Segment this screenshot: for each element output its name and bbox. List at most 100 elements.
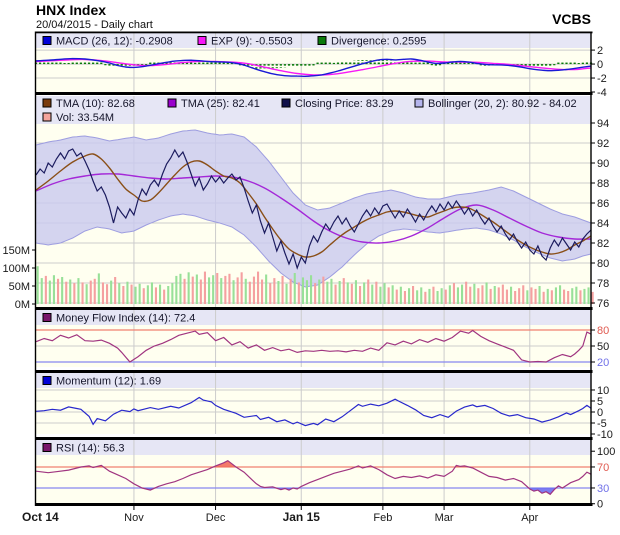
volume-bar	[551, 290, 553, 304]
volume-bar	[571, 288, 573, 304]
hnx-index-chart-page: HNX Index 20/04/2015 - Daily chart VCBS …	[0, 0, 620, 535]
ytick-label: 86	[597, 198, 609, 210]
volume-bar	[543, 292, 545, 304]
legend-label: Closing Price: 83.29	[295, 98, 393, 110]
volume-bar	[253, 277, 255, 304]
volume-bar	[282, 276, 284, 304]
volume-bar	[159, 285, 161, 304]
x-axis-label: Jan 15	[283, 510, 321, 524]
legend-label: Bollinger (20, 2): 80.92 - 84.02	[428, 98, 577, 110]
volume-bar	[106, 284, 108, 304]
volume-bar	[41, 278, 43, 304]
volume-bar	[526, 290, 528, 304]
volume-bar	[555, 287, 557, 304]
volume-bar	[522, 285, 524, 304]
volume-bar	[139, 284, 141, 304]
volume-bar	[363, 282, 365, 304]
volume-bar	[514, 291, 516, 304]
volume-bar	[196, 275, 198, 305]
volume-bar	[575, 287, 577, 304]
legend-swatch	[43, 314, 51, 322]
legend-swatch	[43, 37, 51, 45]
volume-bar	[110, 281, 112, 304]
ytick-label: 2	[597, 45, 603, 57]
volume-bar	[245, 279, 247, 304]
volume-bar	[155, 287, 157, 304]
volume-bar	[298, 282, 300, 304]
volume-bar	[65, 282, 67, 304]
volume-bar	[461, 285, 463, 304]
volume-bar	[379, 287, 381, 304]
volume-bar	[102, 282, 104, 304]
panel-separator	[35, 92, 593, 95]
volume-bar	[535, 289, 537, 304]
volume-bar	[412, 286, 414, 304]
volume-bar	[424, 292, 426, 304]
volume-bar	[237, 277, 239, 304]
ytick-label: 80	[597, 258, 609, 270]
volume-bar	[367, 280, 369, 305]
volume-bar	[396, 290, 398, 304]
volume-bar	[45, 276, 47, 304]
volume-bar	[567, 291, 569, 304]
volume-bar	[131, 285, 133, 304]
volume-bar	[314, 283, 316, 304]
legend-swatch	[198, 37, 206, 45]
legend-swatch	[43, 444, 51, 452]
x-axis-label: Mar	[435, 512, 454, 524]
volume-bar	[559, 285, 561, 304]
legend-swatch	[43, 377, 51, 385]
volume-bar	[249, 282, 251, 304]
volume-bar	[359, 286, 361, 304]
ytick-label: 82	[597, 238, 609, 250]
volume-bar	[498, 287, 500, 304]
volume-bar	[371, 285, 373, 304]
volume-bar	[404, 291, 406, 304]
volume-bar	[126, 282, 128, 304]
volume-bar	[261, 280, 263, 305]
volume-bar	[216, 273, 218, 304]
legend-label: RSI (14): 56.3	[56, 443, 124, 455]
volume-bar	[330, 279, 332, 304]
volume-bar	[61, 277, 63, 304]
volume-bar	[506, 290, 508, 304]
x-axis-label: Feb	[373, 512, 392, 524]
brand-logo: VCBS	[552, 11, 591, 27]
volume-bar	[518, 288, 520, 304]
volume-bar	[563, 290, 565, 304]
volume-bar	[286, 284, 288, 304]
ytick-label: 92	[597, 138, 609, 150]
volume-bar	[257, 272, 259, 304]
volume-bar	[204, 272, 206, 304]
ytick-label: 94	[597, 118, 609, 130]
ytick-label: 30	[597, 483, 609, 495]
ytick-label: 76	[597, 298, 609, 310]
volume-bar	[420, 287, 422, 304]
volume-bar	[592, 292, 594, 304]
panel-separator	[35, 370, 593, 373]
volume-bar	[428, 289, 430, 304]
volume-bar	[375, 282, 377, 304]
volume-bar	[269, 283, 271, 304]
volume-bar	[310, 275, 312, 304]
volume-bar	[416, 290, 418, 304]
volume-bar	[539, 286, 541, 304]
volume-bar	[147, 285, 149, 304]
volume-bar	[233, 280, 235, 304]
volume-axis-label: 0M	[15, 299, 30, 311]
volume-bar	[473, 284, 475, 304]
volume-bar	[441, 288, 443, 304]
legend-label: EXP (9): -0.5503	[211, 36, 293, 48]
legend-swatch	[43, 99, 51, 107]
volume-bar	[94, 279, 96, 304]
legend-swatch	[43, 113, 51, 121]
volume-bar	[265, 275, 267, 305]
volume-axis-label: 50M	[9, 281, 30, 293]
volume-bar	[77, 278, 79, 304]
volume-bar	[53, 275, 55, 304]
volume-bar	[90, 281, 92, 304]
volume-bar	[294, 273, 296, 304]
volume-bar	[400, 287, 402, 304]
volume-bar	[530, 287, 532, 304]
volume-bar	[326, 282, 328, 304]
